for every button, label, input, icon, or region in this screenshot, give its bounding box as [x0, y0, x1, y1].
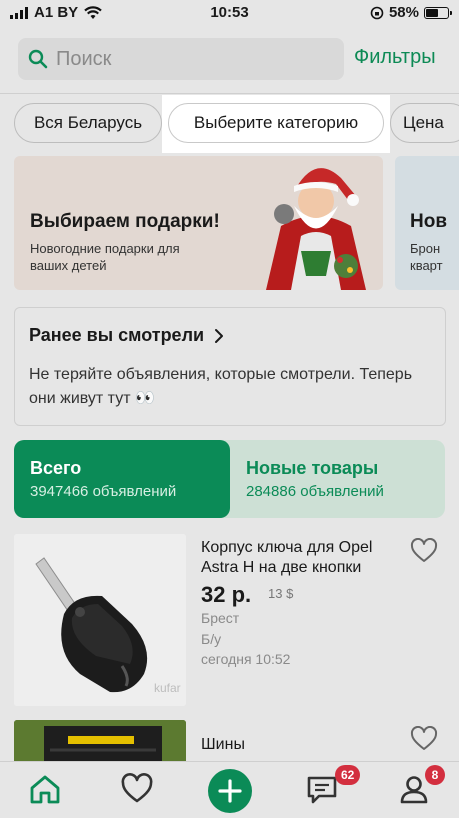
filters-button[interactable]: Фильтры: [354, 46, 436, 69]
recently-viewed-description: Не теряйте объявления, которые смотрели.…: [29, 366, 413, 407]
header-divider: [0, 93, 459, 94]
chevron-right-icon: [215, 328, 224, 343]
add-icon: [218, 779, 242, 803]
stats-all-count: 3947466 объявлений: [30, 483, 177, 500]
recently-viewed-label: Ранее вы смотрели: [29, 325, 205, 345]
listing-condition: Б/у: [201, 631, 222, 647]
listing-image-tires[interactable]: [14, 720, 186, 765]
stats-new-count: 284886 объявлений: [246, 483, 384, 500]
orientation-lock-icon: [370, 6, 384, 19]
stats-all-items[interactable]: Всего 3947466 объявлений: [14, 440, 230, 518]
status-bar: A1 BY 10:53 58%: [0, 0, 459, 28]
messages-badge: 62: [335, 765, 361, 785]
promo-banner-gifts[interactable]: Выбираем подарки! Новогодние подарки для…: [14, 156, 383, 290]
banner-title: Выбираем подарки!: [30, 211, 220, 232]
bottom-tab-bar: 62 8: [0, 761, 459, 818]
banner2-subtitle: Брон кварт: [410, 240, 443, 274]
tire-image: [14, 720, 186, 765]
stats-new-items[interactable]: Новые товары 284886 объявлений: [214, 440, 445, 518]
home-icon[interactable]: [28, 772, 62, 806]
recently-viewed-title: Ранее вы смотрели: [29, 325, 224, 346]
listing-image[interactable]: kufar: [14, 534, 186, 706]
banner2-subtitle-line: Брон: [410, 241, 441, 256]
favorite-heart-icon[interactable]: [410, 538, 438, 564]
listing-city: Брест: [201, 610, 240, 626]
banner-subtitle: Новогодние подарки для ваших детей: [30, 241, 180, 273]
chip-price[interactable]: Цена: [390, 103, 459, 143]
search-icon: [28, 49, 48, 69]
listing-price: 32 р.: [201, 582, 252, 607]
listing-title[interactable]: Корпус ключа для Opel Astra H на две кно…: [201, 538, 406, 578]
listing-date: сегодня 10:52: [201, 651, 291, 667]
add-listing-button[interactable]: [208, 769, 252, 813]
stats-all-label: Всего: [30, 458, 82, 478]
chat-icon[interactable]: [305, 772, 339, 806]
santa-illustration: [266, 168, 366, 290]
search-input[interactable]: Поиск: [18, 38, 344, 80]
battery-percent: 58%: [388, 4, 419, 21]
chip-region[interactable]: Вся Беларусь: [14, 103, 162, 143]
profile-badge: 8: [425, 765, 445, 785]
listing-title-tires[interactable]: Шины: [201, 735, 406, 755]
stats-new-label: Новые товары: [246, 458, 379, 478]
banner2-subtitle-line: кварт: [410, 258, 443, 273]
promo-banner-second[interactable]: Нов Брон кварт: [395, 156, 459, 290]
banner2-title: Нов: [410, 211, 448, 232]
chip-category[interactable]: Выберите категорию: [168, 103, 384, 143]
battery-icon: [424, 6, 452, 19]
search-placeholder: Поиск: [56, 47, 112, 70]
recently-viewed-card[interactable]: Ранее вы смотрели Не теряйте объявления,…: [14, 307, 446, 426]
image-watermark: kufar: [154, 681, 181, 695]
favorite-heart-icon[interactable]: [410, 726, 438, 752]
listing-price-usd: 13 $: [268, 586, 294, 601]
heart-icon[interactable]: [120, 772, 154, 806]
